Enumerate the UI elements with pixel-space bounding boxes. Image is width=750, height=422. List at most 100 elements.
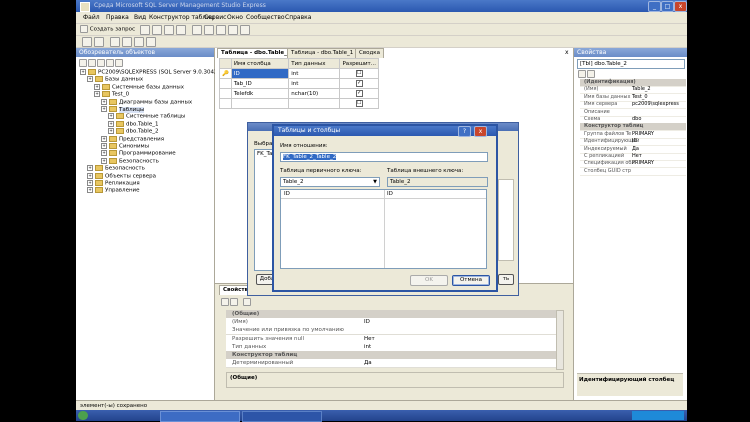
column-name-cell[interactable]: Telefdk — [230, 88, 290, 99]
property-value[interactable]: pc2009\sqlexpress — [632, 101, 679, 108]
tree-item[interactable]: + Диаграммы базы данных — [101, 98, 192, 105]
save-all-icon[interactable] — [176, 25, 186, 35]
property-value[interactable]: Test_0 — [632, 94, 648, 101]
property-row[interactable]: Столбец GUID стр — [580, 168, 686, 176]
table-row[interactable]: Tab_ID int ✓ — [219, 78, 379, 89]
toolbox-icon[interactable] — [216, 25, 226, 35]
property-value[interactable]: Да — [632, 146, 639, 153]
taskbar-app-button[interactable] — [160, 411, 240, 422]
expand-icon[interactable]: + — [101, 106, 107, 112]
property-value[interactable]: ID — [632, 138, 637, 145]
column-name-cell[interactable] — [230, 98, 290, 109]
allow-nulls-checkbox[interactable]: ✓ — [355, 80, 363, 87]
menu-window[interactable]: Окно — [227, 14, 243, 21]
primary-key-icon[interactable] — [94, 37, 104, 47]
column-name-cell[interactable]: Tab_ID — [230, 78, 290, 89]
fk-column-cell[interactable]: ID — [387, 191, 393, 197]
property-value[interactable]: Да — [364, 359, 372, 367]
filter-icon[interactable] — [106, 59, 114, 67]
column-mapping-grid[interactable]: ID ID — [280, 189, 487, 269]
expand-icon[interactable]: + — [80, 69, 86, 75]
new-query-button[interactable]: Создать запрос — [80, 25, 135, 33]
expand-icon[interactable]: + — [101, 135, 107, 142]
allow-nulls-cell[interactable]: ✓ — [339, 88, 379, 99]
data-type-cell[interactable] — [288, 98, 341, 109]
allow-nulls-checkbox[interactable]: ✓ — [355, 90, 363, 97]
tree-item[interactable]: + Безопасность — [101, 157, 159, 164]
allow-nulls-cell[interactable]: ☐ — [339, 98, 379, 109]
alphabetical-icon[interactable] — [587, 70, 595, 78]
row-selector[interactable] — [219, 88, 232, 99]
tree-item[interactable]: + Системные таблицы — [108, 113, 185, 120]
object-explorer-icon[interactable] — [192, 25, 202, 35]
table-row[interactable]: Telefdk nchar(10) ✓ — [219, 88, 379, 99]
tab-table-2[interactable]: Таблица - dbo.Table_2 — [217, 48, 295, 58]
tree-item[interactable]: + Базы данных — [87, 76, 143, 83]
save-icon[interactable] — [164, 25, 174, 35]
expand-icon[interactable]: + — [87, 76, 93, 83]
connect-icon[interactable] — [79, 59, 87, 67]
property-value[interactable]: PRIMARY — [632, 160, 654, 167]
dialog-close-button[interactable]: x — [474, 126, 487, 137]
open-file-icon[interactable] — [140, 25, 150, 35]
close-fk-dialog-button[interactable]: ть — [498, 274, 514, 285]
close-button[interactable]: x — [674, 1, 687, 12]
menu-view[interactable]: Вид — [134, 14, 146, 21]
menu-help[interactable]: Справка — [285, 14, 311, 21]
new-file-icon[interactable] — [152, 25, 162, 35]
table-row[interactable]: 🔑 ID int ☐ — [219, 68, 379, 79]
close-tab-icon[interactable]: x — [565, 49, 569, 56]
column-name-cell[interactable]: ID — [230, 68, 290, 79]
menu-tools[interactable]: Сервис — [204, 14, 226, 21]
expand-icon[interactable]: + — [87, 187, 93, 194]
allow-nulls-cell[interactable]: ☐ — [339, 68, 379, 79]
data-type-cell[interactable]: int — [288, 68, 341, 79]
relationships-icon[interactable] — [110, 37, 120, 47]
expand-icon[interactable]: + — [87, 172, 93, 179]
tree-item[interactable]: + Репликация — [87, 180, 140, 187]
tree-item[interactable]: + Программирование — [101, 150, 176, 157]
row-selector[interactable] — [219, 78, 232, 89]
cancel-button[interactable]: Отмена — [452, 275, 490, 286]
template-icon[interactable] — [228, 25, 238, 35]
row-selector[interactable] — [219, 98, 232, 109]
minimize-button[interactable]: _ — [648, 1, 661, 12]
tree-item[interactable]: + Представления — [101, 135, 164, 142]
expand-icon[interactable]: + — [108, 120, 114, 127]
tree-item[interactable]: + Test_0 — [94, 91, 129, 98]
expand-icon[interactable]: + — [87, 165, 93, 172]
properties-object-select[interactable]: [Tbl] dbo.Table_2 — [577, 59, 685, 69]
expand-icon[interactable]: + — [94, 91, 100, 98]
data-type-cell[interactable]: nchar(10) — [288, 88, 341, 99]
tree-item[interactable]: + Синонимы — [101, 143, 149, 150]
ok-button[interactable]: OK — [410, 275, 448, 286]
dialog-help-button[interactable]: ? — [458, 126, 471, 137]
refresh-icon[interactable] — [115, 59, 123, 67]
tree-item[interactable]: + dbo.Table_1 — [108, 120, 158, 127]
pk-column-cell[interactable]: ID — [284, 191, 290, 197]
property-value[interactable]: Table_2 — [632, 86, 651, 93]
property-value[interactable]: Нет — [364, 335, 375, 343]
tab-table-1[interactable]: Таблица - dbo.Table_1 — [287, 48, 358, 58]
expand-icon[interactable]: + — [108, 128, 114, 135]
alphabetical-icon[interactable] — [230, 298, 238, 306]
property-value[interactable]: ID — [364, 318, 370, 326]
property-value[interactable]: dbo — [632, 116, 641, 123]
menu-file[interactable]: Файл — [83, 14, 100, 21]
tab-summary[interactable]: Сводка — [355, 48, 384, 58]
expand-icon[interactable]: + — [87, 180, 93, 186]
categorized-icon[interactable] — [578, 70, 586, 78]
allow-nulls-cell[interactable]: ✓ — [339, 78, 379, 89]
property-row[interactable]: Детерминированный Да — [226, 359, 556, 369]
tree-item[interactable]: + Таблицы — [101, 106, 145, 113]
pk-table-select[interactable]: Table_2 ▼ — [280, 177, 380, 187]
tree-item[interactable]: + PC2009\SQLEXPRESS (SQL Server 9.0.3042 … — [80, 69, 234, 76]
xml-index-icon[interactable] — [134, 37, 144, 47]
expand-icon[interactable]: + — [101, 143, 107, 149]
categorized-icon[interactable] — [221, 298, 229, 306]
table-row[interactable]: ☐ — [219, 98, 379, 109]
check-constraints-icon[interactable] — [146, 37, 156, 47]
tree-item[interactable]: + Управление — [87, 187, 140, 194]
allow-nulls-checkbox[interactable]: ☐ — [355, 70, 363, 77]
maximize-button[interactable]: □ — [661, 1, 674, 12]
